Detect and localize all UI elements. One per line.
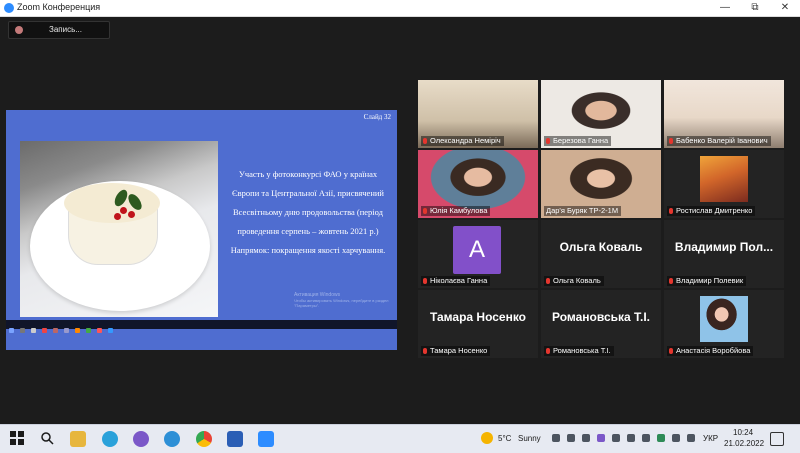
mic-muted-icon bbox=[669, 138, 673, 144]
meeting-area: Запись... Слайд 32 Участь у фотоконкурсі… bbox=[0, 17, 800, 424]
participant-name: Дар'я Буряк ТР-2-1М bbox=[544, 206, 622, 216]
avatar-initial: A bbox=[453, 226, 501, 274]
participant-tile[interactable]: Березова Ганна bbox=[541, 80, 661, 148]
tray-icon[interactable] bbox=[642, 434, 650, 442]
recording-indicator[interactable]: Запись... bbox=[8, 21, 110, 39]
participant-display-name: Романовська Т.І. bbox=[552, 310, 650, 324]
participant-name: Ніколаєва Ганна bbox=[421, 276, 491, 286]
tray-icon[interactable] bbox=[567, 434, 575, 442]
profile-photo bbox=[700, 296, 748, 342]
profile-photo bbox=[700, 156, 748, 202]
participant-tile[interactable]: Тамара Носенко Тамара Носенко bbox=[418, 290, 538, 358]
language-indicator[interactable]: УКР bbox=[703, 434, 718, 443]
sun-weather-icon bbox=[481, 432, 493, 444]
slide-text: Участь у фотоконкурсі ФАО у країнах Євро… bbox=[222, 165, 394, 260]
slide-line: Європи та Центральної Азії, присвячений bbox=[232, 188, 384, 198]
start-icon[interactable] bbox=[10, 431, 26, 447]
participant-tile[interactable]: Бабенко Валерій Іванович bbox=[664, 80, 784, 148]
viber-tray-icon[interactable] bbox=[597, 434, 605, 442]
activation-watermark: Активация Windows Чтобы активировать Win… bbox=[294, 292, 397, 308]
mic-muted-icon bbox=[546, 348, 550, 354]
participant-name: Владимир Полевик bbox=[667, 276, 747, 286]
slide-line: проведення серпень – жовтень 2021 р.) bbox=[237, 226, 379, 236]
file-explorer-icon[interactable] bbox=[70, 431, 86, 447]
tray-icon[interactable] bbox=[552, 434, 560, 442]
window-titlebar: Zoom Конференция — ⧉ ✕ bbox=[0, 0, 800, 17]
participant-name: Анастасія Воробйова bbox=[667, 346, 754, 356]
telegram-icon[interactable] bbox=[102, 431, 118, 447]
participant-tile[interactable]: Романовська Т.І. Романовська Т.І. bbox=[541, 290, 661, 358]
tray-icon[interactable] bbox=[582, 434, 590, 442]
clock-date[interactable]: 21.02.2022 bbox=[724, 439, 764, 448]
mic-muted-icon bbox=[669, 348, 673, 354]
mic-muted-icon bbox=[423, 348, 427, 354]
chrome-icon[interactable] bbox=[196, 431, 212, 447]
weather-text: Sunny bbox=[518, 434, 541, 443]
notifications-icon[interactable] bbox=[770, 432, 784, 446]
record-icon bbox=[15, 26, 23, 34]
close-button[interactable]: ✕ bbox=[770, 0, 800, 16]
participant-name: Березова Ганна bbox=[544, 136, 612, 146]
participant-tile[interactable]: A Ніколаєва Ганна bbox=[418, 220, 538, 288]
slide-line: Напрямок: покращення якості харчування. bbox=[230, 245, 386, 255]
edge-icon[interactable] bbox=[164, 431, 180, 447]
wifi-icon[interactable] bbox=[672, 434, 680, 442]
shared-taskbar bbox=[6, 320, 397, 333]
participant-name: Олександра Немірiч bbox=[421, 136, 504, 146]
participant-name: Ростислав Дмитренко bbox=[667, 206, 756, 216]
zoom-app-icon bbox=[4, 3, 14, 13]
mic-muted-icon bbox=[669, 208, 673, 214]
search-icon[interactable] bbox=[40, 431, 56, 447]
tray-icon[interactable] bbox=[612, 434, 620, 442]
weather-temperature: 5°C bbox=[498, 434, 512, 443]
participant-tile[interactable]: Анастасія Воробйова bbox=[664, 290, 784, 358]
window-title: Zoom Конференция bbox=[17, 2, 101, 12]
viber-icon[interactable] bbox=[133, 431, 149, 447]
watermark-subtitle: Чтобы активировать Windows, перейдите в … bbox=[294, 298, 389, 308]
participant-name: Ольга Коваль bbox=[544, 276, 604, 286]
mic-muted-icon bbox=[423, 278, 427, 284]
zoom-taskbar-icon[interactable] bbox=[258, 431, 274, 447]
participant-display-name: Ольга Коваль bbox=[559, 240, 643, 254]
slide-number: Слайд 32 bbox=[363, 113, 391, 121]
tray-icon[interactable] bbox=[657, 434, 665, 442]
minimize-button[interactable]: — bbox=[710, 0, 740, 16]
mic-muted-icon bbox=[546, 278, 550, 284]
recording-label: Запись... bbox=[49, 25, 82, 34]
slide-photo bbox=[20, 141, 218, 317]
participant-name: Тамара Носенко bbox=[421, 346, 491, 356]
mic-muted-icon bbox=[669, 278, 673, 284]
slide-line: Всесвітньому дню продовольства (період bbox=[233, 207, 383, 217]
maximize-button[interactable]: ⧉ bbox=[740, 0, 770, 16]
participant-tile[interactable]: Юлія Камбулова bbox=[418, 150, 538, 218]
participant-name: Юлія Камбулова bbox=[421, 206, 491, 216]
participant-display-name: Тамара Носенко bbox=[429, 310, 527, 324]
participant-tile[interactable]: Ростислав Дмитренко bbox=[664, 150, 784, 218]
mic-muted-icon bbox=[423, 138, 427, 144]
mic-muted-icon bbox=[546, 138, 550, 144]
slide-line: Участь у фотоконкурсі ФАО у країнах bbox=[238, 169, 378, 179]
participant-tile[interactable]: Владимир Пол... Владимир Полевик bbox=[664, 220, 784, 288]
volume-icon[interactable] bbox=[687, 434, 695, 442]
participant-tile-active-speaker[interactable]: Дар'я Буряк ТР-2-1М bbox=[541, 150, 661, 218]
participant-name: Бабенко Валерій Іванович bbox=[667, 136, 771, 146]
word-icon[interactable] bbox=[227, 431, 243, 447]
tray-icon[interactable] bbox=[627, 434, 635, 442]
shared-screen: Слайд 32 Участь у фотоконкурсі ФАО у кра… bbox=[6, 110, 397, 350]
participant-tile[interactable]: Олександра Немірiч bbox=[418, 80, 538, 148]
mic-muted-icon bbox=[423, 208, 427, 214]
participant-tile[interactable]: Ольга Коваль Ольга Коваль bbox=[541, 220, 661, 288]
participant-name: Романовська Т.І. bbox=[544, 346, 614, 356]
clock-time[interactable]: 10:24 bbox=[733, 428, 753, 437]
participant-display-name: Владимир Пол... bbox=[674, 240, 774, 254]
windows-taskbar: 5°C Sunny УКР 10:24 21.02.2022 bbox=[0, 424, 800, 453]
